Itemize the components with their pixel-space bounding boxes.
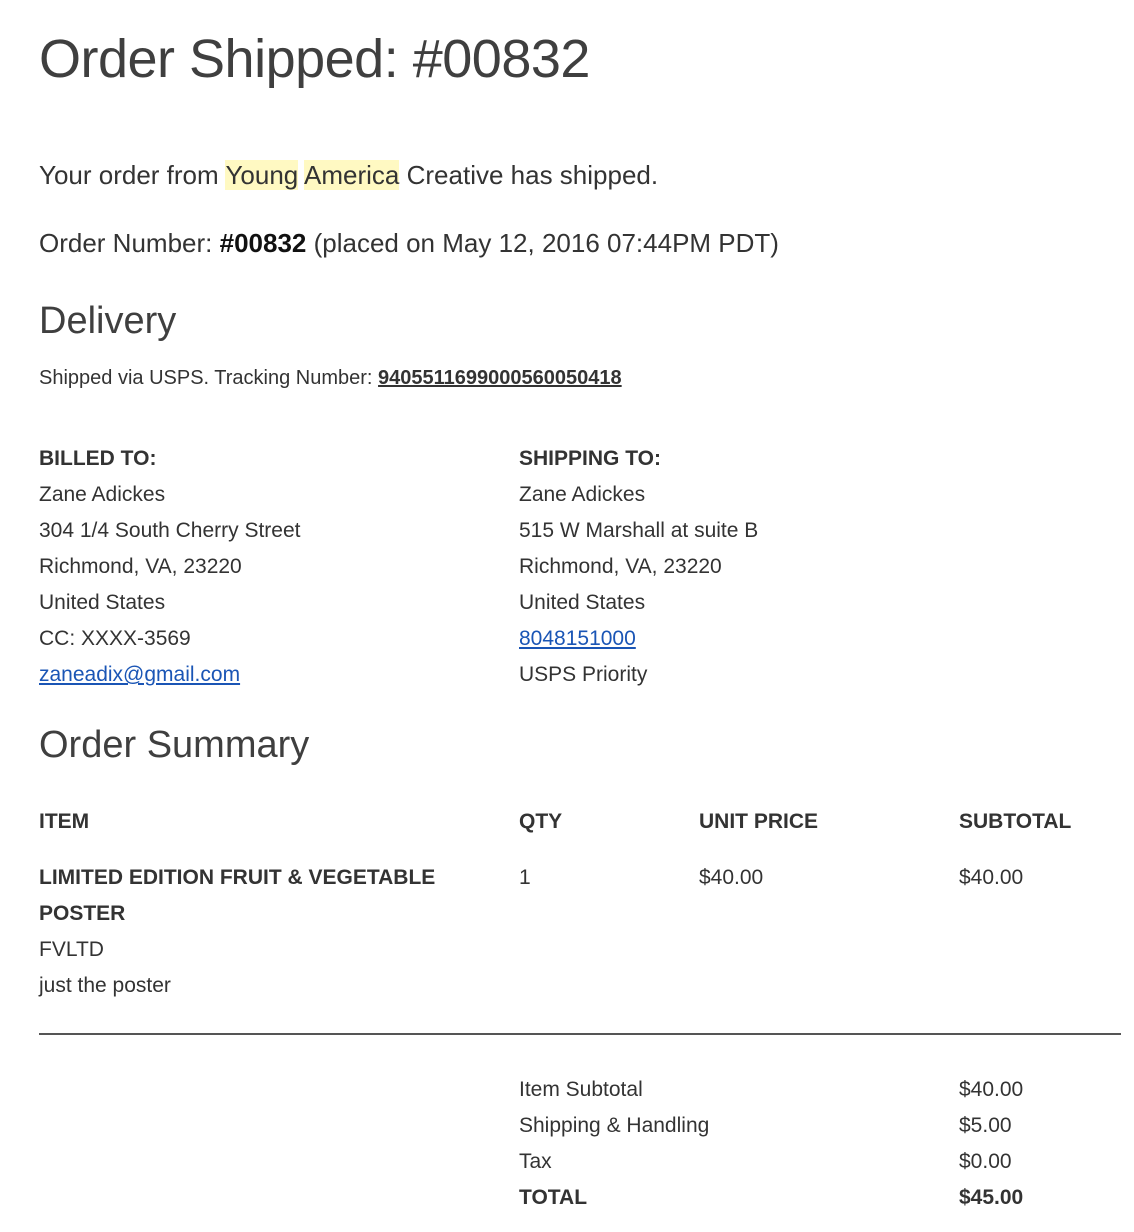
table-row-item: LIMITED EDITION FRUIT & VEGETABLE POSTER…	[39, 860, 479, 1004]
intro-suffix: Creative has shipped.	[399, 160, 659, 190]
totals-labels: Item Subtotal Shipping & Handling Tax TO…	[519, 1072, 709, 1216]
billing-email-link[interactable]: zaneadix@gmail.com	[39, 663, 240, 686]
item-name: LIMITED EDITION FRUIT & VEGETABLE POSTER	[39, 866, 436, 925]
item-subtotal-value: $40.00	[959, 1078, 1024, 1101]
order-number: #00832	[219, 228, 307, 258]
shipping-info-line: Shipped via USPS. Tracking Number: 94055…	[39, 367, 622, 390]
intro-prefix: Your order from	[39, 160, 226, 190]
shipping-method: USPS Priority	[519, 663, 648, 686]
billing-card: CC: XXXX-3569	[39, 627, 191, 650]
billing-address: BILLED TO: Zane Adickes 304 1/4 South Ch…	[39, 441, 301, 693]
item-variant: just the poster	[39, 974, 171, 997]
page-title: Order Shipped: #00832	[39, 29, 590, 89]
shipping-phone-link[interactable]: 8048151000	[519, 627, 636, 650]
shipping-street: 515 W Marshall at suite B	[519, 519, 759, 542]
shipping-handling-value: $5.00	[959, 1114, 1012, 1137]
highlighted-word-young: Young	[225, 160, 299, 190]
tax-value: $0.00	[959, 1150, 1012, 1173]
total-label: TOTAL	[519, 1186, 588, 1209]
column-header-unit-price: UNIT PRICE	[699, 810, 819, 833]
order-summary-heading: Order Summary	[39, 724, 310, 766]
shipping-handling-label: Shipping & Handling	[519, 1114, 710, 1137]
totals-values: $40.00 $5.00 $0.00 $45.00	[959, 1072, 1023, 1216]
item-qty: 1	[519, 866, 531, 889]
tracking-number-link[interactable]: 9405511699000560050418	[378, 367, 622, 389]
summary-divider	[39, 1033, 1121, 1035]
column-header-item: ITEM	[39, 810, 90, 833]
item-unit-price: $40.00	[699, 866, 764, 889]
item-subtotal: $40.00	[959, 866, 1024, 889]
order-number-line: Order Number: #00832 (placed on May 12, …	[39, 228, 779, 259]
shipping-country: United States	[519, 591, 646, 614]
highlighted-word-america: America	[304, 160, 400, 190]
shipping-city: Richmond, VA, 23220	[519, 555, 722, 578]
item-sku: FVLTD	[39, 938, 104, 961]
tax-label: Tax	[519, 1150, 552, 1173]
billed-to-heading: BILLED TO:	[39, 447, 157, 470]
shipped-via-text: Shipped via USPS. Tracking Number:	[39, 367, 379, 389]
shipping-name: Zane Adickes	[519, 483, 646, 506]
billing-street: 304 1/4 South Cherry Street	[39, 519, 301, 542]
column-header-qty: QTY	[519, 810, 563, 833]
billing-country: United States	[39, 591, 166, 614]
shipping-to-heading: SHIPPING TO:	[519, 447, 661, 470]
billing-name: Zane Adickes	[39, 483, 166, 506]
item-subtotal-label: Item Subtotal	[519, 1078, 643, 1101]
order-number-label: Order Number:	[39, 228, 220, 258]
total-value: $45.00	[959, 1186, 1024, 1209]
shipping-address: SHIPPING TO: Zane Adickes 515 W Marshall…	[519, 441, 758, 693]
delivery-heading: Delivery	[39, 300, 177, 342]
column-header-subtotal: SUBTOTAL	[959, 810, 1072, 833]
order-placed-date: (placed on May 12, 2016 07:44PM PDT)	[306, 228, 779, 258]
billing-city: Richmond, VA, 23220	[39, 555, 242, 578]
intro-message: Your order from Young America Creative h…	[39, 160, 658, 191]
